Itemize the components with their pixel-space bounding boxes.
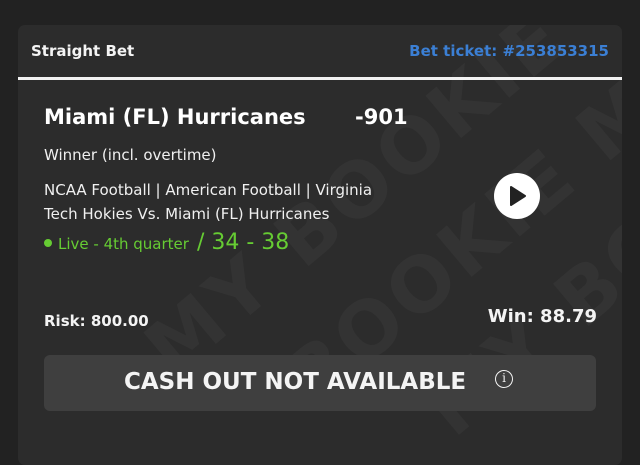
play-icon: [510, 186, 526, 206]
live-status: Live - 4th quarter / 34 - 38: [44, 230, 289, 260]
play-button[interactable]: [494, 173, 540, 219]
cashout-label: CASH OUT NOT AVAILABLE: [124, 369, 467, 395]
live-status-label: Live - 4th quarter: [58, 235, 189, 253]
info-icon[interactable]: i: [495, 370, 513, 388]
event-description: NCAA Football | American Football | Virg…: [44, 181, 373, 223]
live-dot-icon: [44, 239, 52, 247]
risk-amount: Risk: 800.00: [44, 312, 149, 330]
market-name: Winner (incl. overtime): [44, 146, 217, 164]
live-score: / 34 - 38: [196, 230, 290, 255]
selection-team: Miami (FL) Hurricanes: [44, 105, 306, 129]
selection-odds: -901: [355, 105, 408, 129]
cashout-button[interactable]: CASH OUT NOT AVAILABLE i: [44, 355, 596, 411]
win-amount: Win: 88.79: [487, 306, 597, 327]
bet-type-label: Straight Bet: [31, 42, 135, 60]
bet-card: MY BOOKIE MY BOOKIE MY BOOKIE MY BOOKIE …: [18, 25, 622, 465]
bet-header: Straight Bet Bet ticket: #253853315: [18, 25, 622, 80]
bet-ticket-link[interactable]: Bet ticket: #253853315: [409, 42, 609, 60]
